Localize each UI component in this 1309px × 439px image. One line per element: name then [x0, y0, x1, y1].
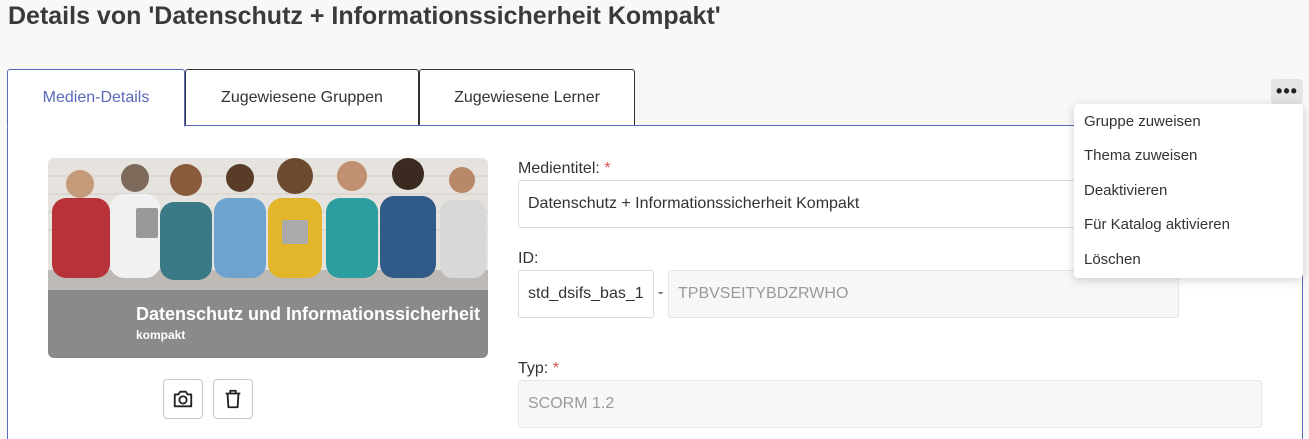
- trash-icon: [225, 389, 241, 409]
- media-image: Datenschutz und Informationssicherheit k…: [48, 158, 488, 358]
- menu-item-loeschen[interactable]: Löschen: [1074, 243, 1303, 277]
- media-photo: [48, 158, 488, 290]
- camera-icon: [173, 390, 193, 408]
- id-separator: -: [658, 284, 664, 301]
- menu-item-deaktivieren[interactable]: Deaktivieren: [1074, 174, 1303, 208]
- change-image-button[interactable]: [163, 379, 203, 419]
- image-caption-title: Datenschutz und Informationssicherheit: [136, 304, 481, 324]
- more-options-button[interactable]: •••: [1271, 79, 1303, 104]
- media-title-input[interactable]: Datenschutz + Informationssicherheit Kom…: [518, 180, 1138, 228]
- media-title-label: Medientitel: *: [518, 160, 611, 178]
- type-input: SCORM 1.2: [518, 380, 1262, 428]
- required-marker: *: [604, 160, 611, 177]
- tab-zugewiesene-gruppen[interactable]: Zugewiesene Gruppen: [185, 69, 419, 126]
- page-title: Details von 'Datenschutz + Informationss…: [8, 2, 721, 30]
- menu-item-gruppe-zuweisen[interactable]: Gruppe zuweisen: [1074, 105, 1303, 139]
- menu-item-katalog-aktivieren[interactable]: Für Katalog aktivieren: [1074, 208, 1303, 242]
- id-prefix-input[interactable]: std_dsifs_bas_1: [518, 270, 654, 318]
- more-options-menu: Gruppe zuweisen Thema zuweisen Deaktivie…: [1074, 104, 1303, 278]
- type-label-text: Typ:: [518, 360, 549, 377]
- menu-item-thema-zuweisen[interactable]: Thema zuweisen: [1074, 139, 1303, 173]
- id-label: ID:: [518, 250, 539, 267]
- delete-image-button[interactable]: [213, 379, 253, 419]
- type-label: Typ: *: [518, 360, 559, 378]
- image-caption-subtitle: kompakt: [136, 328, 186, 342]
- tab-zugewiesene-lerner[interactable]: Zugewiesene Lerner: [419, 69, 635, 126]
- media-title-label-text: Medientitel:: [518, 160, 600, 177]
- tab-medien-details[interactable]: Medien-Details: [7, 69, 185, 127]
- required-marker: *: [552, 360, 559, 377]
- more-horizontal-icon: •••: [1276, 81, 1298, 101]
